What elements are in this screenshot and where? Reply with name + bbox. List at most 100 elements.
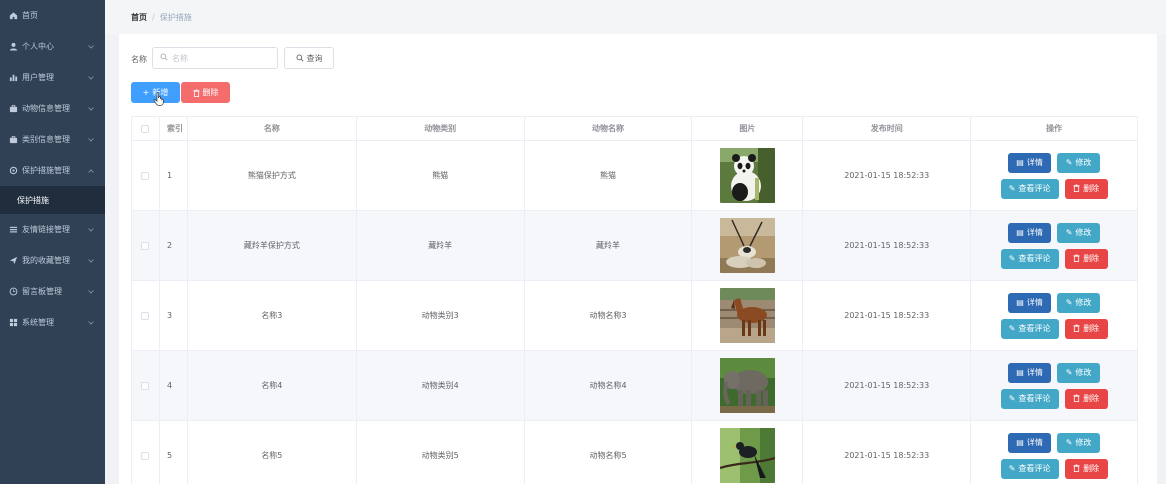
sidebar-item-category-info[interactable]: 类别信息管理 bbox=[0, 124, 105, 155]
cell-animal-name: 熊猫 bbox=[524, 141, 693, 211]
edit-icon: ✎ bbox=[1065, 228, 1073, 237]
search-label: 名称 bbox=[131, 55, 147, 64]
table-row: 3 名称3 动物类别3 动物名称3 2021-01-15 18:52:33 ▤ … bbox=[132, 281, 1138, 351]
view-comments-label: 查看评论 bbox=[1018, 324, 1051, 333]
edit-icon: ✎ bbox=[1065, 158, 1073, 167]
cell-index: 5 bbox=[160, 421, 188, 484]
edit-button[interactable]: ✎ 修改 bbox=[1057, 292, 1101, 313]
breadcrumb-home[interactable]: 首页 bbox=[131, 12, 147, 23]
row-select-cell bbox=[132, 281, 160, 351]
edit-button[interactable]: ✎ 修改 bbox=[1057, 362, 1101, 383]
detail-icon: ▤ bbox=[1016, 368, 1024, 377]
breadcrumb-separator: / bbox=[152, 12, 155, 22]
sidebar-item-users[interactable]: 用户管理 bbox=[0, 62, 105, 93]
edit-button[interactable]: ✎ 修改 bbox=[1057, 222, 1101, 243]
view-comments-button[interactable]: ✎ 查看评论 bbox=[1000, 318, 1059, 339]
sidebar-item-label: 友情链接管理 bbox=[22, 225, 70, 234]
view-comments-button[interactable]: ✎ 查看评论 bbox=[1000, 178, 1059, 199]
sidebar-item-system[interactable]: 系统管理 bbox=[0, 307, 105, 338]
edit-button[interactable]: ✎ 修改 bbox=[1057, 432, 1101, 453]
search-field[interactable] bbox=[152, 47, 278, 69]
sidebar-subitem-protection[interactable]: 保护措施 bbox=[0, 186, 105, 214]
detail-button[interactable]: ▤ 详情 bbox=[1008, 292, 1052, 313]
list-icon bbox=[8, 225, 18, 235]
cell-name: 藏羚羊保护方式 bbox=[187, 211, 357, 281]
plus-icon: + bbox=[142, 88, 150, 97]
cell-time: 2021-01-15 18:52:33 bbox=[803, 281, 972, 351]
edit-label: 修改 bbox=[1075, 228, 1092, 237]
chevron-down-icon bbox=[88, 135, 94, 144]
cell-animal-name: 动物名称5 bbox=[525, 421, 693, 484]
edit-icon: ✎ bbox=[1008, 464, 1016, 473]
delete-button[interactable]: 删除 bbox=[1064, 318, 1108, 339]
sidebar-item-protection[interactable]: 保护措施管理 bbox=[0, 155, 105, 186]
delete-button[interactable]: 删除 bbox=[1064, 388, 1108, 409]
content-panel: 名称 查询 + 新增 删除 索引 名称 动物类别 动物名称 bbox=[119, 34, 1157, 484]
delete-button[interactable]: 删除 bbox=[1064, 458, 1108, 479]
sidebar-item-label: 系统管理 bbox=[22, 318, 54, 327]
view-comments-label: 查看评论 bbox=[1018, 254, 1051, 263]
row-checkbox[interactable] bbox=[141, 171, 150, 180]
sidebar-item-home[interactable]: 首页 bbox=[0, 0, 105, 31]
cell-index: 1 bbox=[159, 141, 188, 211]
data-table: 索引 名称 动物类别 动物名称 图片 发布时间 操作 1 熊猫保护方式 熊猫 熊… bbox=[131, 116, 1138, 484]
sidebar-item-message-board[interactable]: 留言板管理 bbox=[0, 276, 105, 307]
batch-delete-button-label: 删除 bbox=[202, 88, 219, 97]
detail-label: 详情 bbox=[1026, 438, 1043, 447]
trash-icon bbox=[1073, 184, 1080, 194]
cell-ops: ▤ 详情 ✎ 修改 ✎ 查看评论 删除 bbox=[971, 211, 1138, 281]
view-comments-button[interactable]: ✎ 查看评论 bbox=[1000, 388, 1059, 409]
cell-name: 名称4 bbox=[187, 351, 357, 421]
cell-index: 2 bbox=[159, 211, 188, 281]
delete-button[interactable]: 删除 bbox=[1064, 248, 1108, 269]
sidebar-item-label: 类别信息管理 bbox=[22, 135, 70, 144]
row-checkbox[interactable] bbox=[141, 381, 150, 390]
edit-icon: ✎ bbox=[1008, 184, 1016, 193]
row-checkbox[interactable] bbox=[141, 241, 150, 250]
cell-ops: ▤ 详情 ✎ 修改 ✎ 查看评论 删除 bbox=[971, 281, 1138, 351]
chevron-down-icon bbox=[88, 318, 94, 327]
batch-delete-button[interactable]: 删除 bbox=[181, 82, 230, 103]
table-row: 1 熊猫保护方式 熊猫 熊猫 2021-01-15 18:52:33 ▤ 详情 … bbox=[132, 141, 1138, 211]
row-select-cell bbox=[132, 211, 160, 281]
detail-button[interactable]: ▤ 详情 bbox=[1008, 152, 1052, 173]
sidebar-item-favorites[interactable]: 我的收藏管理 bbox=[0, 245, 105, 276]
edit-button[interactable]: ✎ 修改 bbox=[1057, 152, 1101, 173]
detail-label: 详情 bbox=[1026, 298, 1043, 307]
view-comments-button[interactable]: ✎ 查看评论 bbox=[1000, 458, 1059, 479]
sidebar: 首页 个人中心 用户管理 动物信息管理 类别信息管理 保护措施管理 保护措施 友… bbox=[0, 0, 105, 484]
hand-cursor-icon bbox=[153, 92, 165, 108]
op-row-bottom: ✎ 查看评论 删除 bbox=[1000, 178, 1108, 199]
sidebar-item-animal-info[interactable]: 动物信息管理 bbox=[0, 93, 105, 124]
breadcrumb-current: 保护措施 bbox=[159, 12, 192, 22]
delete-button[interactable]: 删除 bbox=[1064, 178, 1108, 199]
header-name: 名称 bbox=[187, 117, 357, 141]
sidebar-item-profile[interactable]: 个人中心 bbox=[0, 31, 105, 62]
chevron-down-icon bbox=[88, 73, 94, 82]
query-button[interactable]: 查询 bbox=[284, 47, 334, 69]
view-comments-button[interactable]: ✎ 查看评论 bbox=[1000, 248, 1059, 269]
detail-button[interactable]: ▤ 详情 bbox=[1008, 222, 1052, 243]
edit-icon: ✎ bbox=[1008, 324, 1016, 333]
detail-button[interactable]: ▤ 详情 bbox=[1008, 362, 1052, 383]
select-all-checkbox[interactable] bbox=[141, 124, 150, 133]
detail-button[interactable]: ▤ 详情 bbox=[1008, 432, 1052, 453]
row-checkbox[interactable] bbox=[141, 451, 150, 460]
edit-label: 修改 bbox=[1075, 158, 1092, 167]
query-button-label: 查询 bbox=[306, 53, 323, 63]
edit-icon: ✎ bbox=[1065, 438, 1073, 447]
home-icon bbox=[8, 11, 18, 21]
header-time: 发布时间 bbox=[803, 117, 972, 141]
cell-time: 2021-01-15 18:52:33 bbox=[803, 421, 972, 484]
detail-icon: ▤ bbox=[1016, 438, 1024, 447]
header-ops: 操作 bbox=[971, 117, 1138, 141]
detail-label: 详情 bbox=[1026, 158, 1043, 167]
cell-picture bbox=[692, 141, 804, 211]
cell-animal-name: 动物名称4 bbox=[524, 351, 693, 421]
cell-animal-name: 动物名称3 bbox=[524, 281, 693, 351]
cell-type: 动物类别4 bbox=[356, 351, 525, 421]
row-checkbox[interactable] bbox=[141, 311, 150, 320]
sidebar-item-links[interactable]: 友情链接管理 bbox=[0, 214, 105, 245]
search-input[interactable] bbox=[172, 53, 262, 63]
row-select-cell bbox=[132, 351, 160, 421]
